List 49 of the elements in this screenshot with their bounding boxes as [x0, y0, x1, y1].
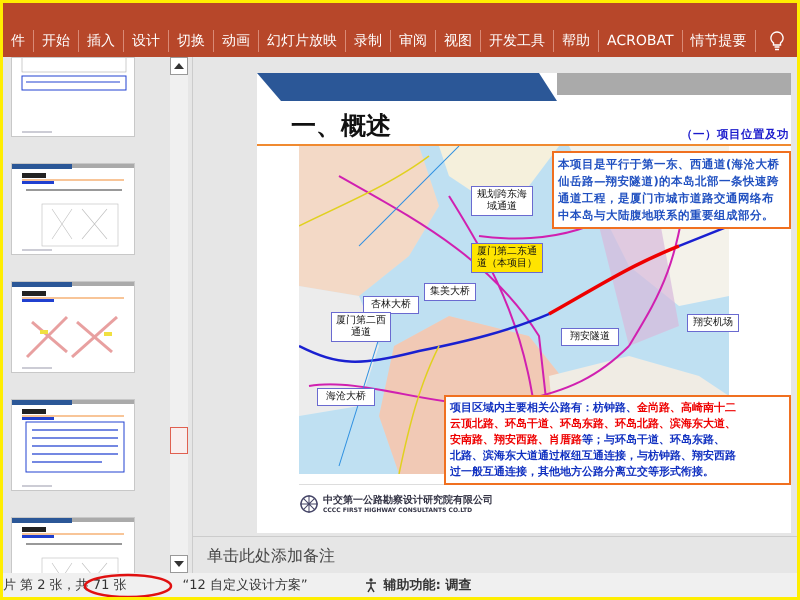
map-callout: 翔安隧道 [561, 328, 619, 346]
scroll-up-button[interactable] [170, 57, 188, 75]
map-callout: 厦门第二西通道 [331, 312, 391, 342]
roads-text-line: 北路、滨海东大道通过枢纽互通连接，与枋钟路、翔安西路 [450, 448, 737, 464]
company-name: 中交第一公路勘察设计研究院有限公司 [323, 493, 493, 507]
roads-text-line: 云顶北路、环岛干道、环岛东路、环岛北路、滨海东大道、 [450, 416, 737, 432]
scrollbar[interactable] [170, 57, 188, 573]
company-logo-icon [299, 494, 319, 514]
slide-thumbnail[interactable] [11, 399, 135, 491]
up-triangle-icon[interactable] [174, 63, 184, 69]
intro-text-line: 通道工程，是厦门市城市道路交通网络布 [558, 190, 775, 207]
ribbon-tab[interactable]: 审阅 [391, 30, 436, 52]
theme-name: “12 自定义设计方案” [182, 577, 308, 594]
ribbon-tab[interactable]: 切换 [169, 30, 214, 52]
slide-title: 一、概述 [291, 110, 391, 142]
ribbon-tab[interactable]: 情节提要 [682, 30, 756, 52]
map-callout: 厦门第二东通道（本项目） [471, 243, 543, 273]
map-callout: 集美大桥 [424, 283, 476, 301]
down-triangle-icon[interactable] [174, 561, 184, 567]
ribbon-tab[interactable]: 幻灯片放映 [259, 30, 346, 52]
ribbon-tab[interactable]: 帮助 [554, 30, 599, 52]
ribbon-tab[interactable]: 动画 [214, 30, 259, 52]
ribbon-tab[interactable]: 件 [3, 30, 34, 52]
lightbulb-icon[interactable] [770, 31, 784, 51]
notes-field[interactable]: 单击此处添加备注 [205, 544, 509, 566]
map-callout: 规划跨东海域通道 [471, 186, 533, 216]
scroll-thumb[interactable] [170, 427, 188, 454]
roads-text-line: 过一般互通连接，其他地方公路分离立交等形式衔接。 [450, 464, 715, 480]
ribbon-tab[interactable]: 视图 [436, 30, 481, 52]
map-callout: 杏林大桥 [363, 296, 419, 314]
ribbon-tab[interactable]: 开始 [34, 30, 79, 52]
roads-text-line: 安南路、翔安西路、肖厝路等；与环岛干道、环岛东路、 [450, 432, 726, 448]
slide-thumbnail[interactable] [11, 163, 135, 255]
ribbon-tab[interactable]: 设计 [124, 30, 169, 52]
intro-text-line: 本项目是平行于第一东、西通道(海沧大桥 [558, 156, 780, 173]
scroll-down-button[interactable] [170, 555, 188, 573]
ribbon-tab[interactable]: 开发工具 [481, 30, 554, 52]
map-callout: 海沧大桥 [317, 388, 375, 406]
roads-text-line: 项目区域内主要相关公路有：枋钟路、金尚路、高崎南十二 [450, 400, 737, 416]
intro-text-line: 仙岳路—翔安隧道)的本岛北部一条快速跨 [558, 173, 780, 190]
slide-thumbnail[interactable] [11, 281, 135, 373]
ribbon-tab[interactable]: 插入 [79, 30, 124, 52]
ribbon-tab[interactable]: ACROBAT [599, 30, 682, 52]
intro-text-line: 中本岛与大陆腹地联系的重要组成部分。 [558, 207, 775, 224]
map-callout: 翔安机场 [687, 314, 739, 332]
accessibility-status[interactable]: 辅助功能: 调查 [384, 576, 472, 594]
section-heading: （一）项目位置及功 [681, 127, 790, 142]
ribbon-tab[interactable]: 录制 [346, 30, 391, 52]
slide-thumbnail[interactable] [11, 57, 135, 137]
